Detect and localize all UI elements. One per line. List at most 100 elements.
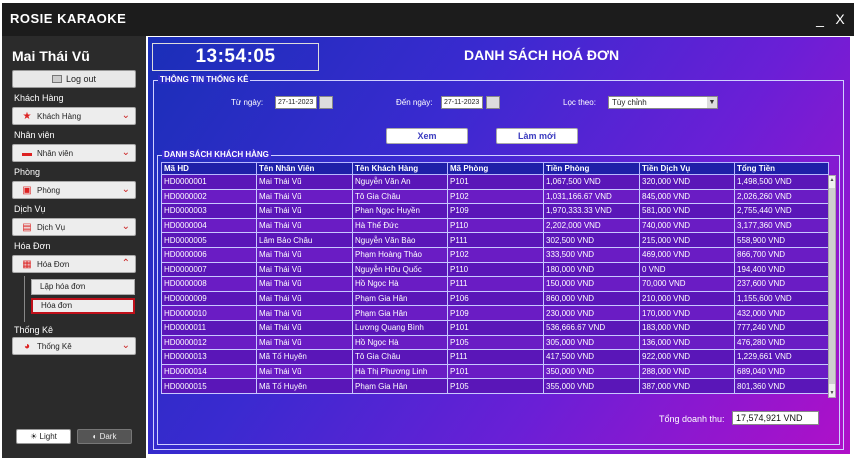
clock: 13:54:05 xyxy=(152,43,319,71)
table-cell: Phan Ngọc Huyền xyxy=(352,203,448,219)
statistics-combo[interactable]: ◕ Thống Kê ⌄ xyxy=(12,337,136,355)
table-row[interactable]: HD0000011 Mai Thái Vũ Lương Quang Bình P101… xyxy=(161,319,829,336)
table-row[interactable]: HD0000009 Mai Thái Vũ Phạm Gia Hân P106 860,… xyxy=(161,290,829,307)
from-date-calendar-button[interactable] xyxy=(319,96,333,109)
table-cell: Nguyễn Hữu Quốc xyxy=(352,261,448,278)
table-row[interactable]: HD0000014 Mai Thái Vũ Hà Thị Phương Linh P1… xyxy=(161,363,829,380)
submenu-item-create-invoice[interactable]: Lập hóa đơn xyxy=(31,279,135,295)
table-cell: HD0000011 xyxy=(161,319,257,336)
dark-theme-label: Dark xyxy=(99,432,117,441)
services-combo[interactable]: ▤ Dịch Vụ ⌄ xyxy=(12,218,136,236)
table-row[interactable]: HD0000004 Mai Thái Vũ Hà Thế Đức P110 2,202,… xyxy=(161,217,829,234)
table-row[interactable]: HD0000012 Mai Thái Vũ Hồ Ngọc Hà P105 305,00… xyxy=(161,334,829,351)
table-row[interactable]: HD0000015 Mã Tố Huyên Phạm Gia Hân P105 355,… xyxy=(161,378,829,394)
table-row[interactable]: HD0000010 Mai Thái Vũ Phạm Gia Hân P109 230,… xyxy=(161,305,829,321)
submenu-item-invoices[interactable]: Hóa đơn xyxy=(31,298,135,314)
room-icon: ▣ xyxy=(22,185,32,196)
light-theme-button[interactable]: ☀ Light xyxy=(16,429,71,444)
to-date-input[interactable]: 27-11-2023 xyxy=(441,96,483,109)
invoices-submenu: Lập hóa đơn Hóa đơn xyxy=(24,276,136,322)
table-cell: 2,026,260 VND xyxy=(734,188,829,205)
table-cell: 2,202,000 VND xyxy=(543,217,640,234)
from-date-input[interactable]: 27-11-2023 xyxy=(275,96,317,109)
table-cell: HD0000013 xyxy=(161,349,257,365)
logout-button[interactable]: Log out xyxy=(12,70,136,88)
scroll-down-icon[interactable]: ▼ xyxy=(829,389,835,397)
table-row[interactable]: HD0000001 Mai Thái Vũ Nguyễn Văn An P101 1,0… xyxy=(161,174,829,190)
dark-theme-button[interactable]: ◐ Dark xyxy=(77,429,132,444)
chevron-down-icon: ⌄ xyxy=(121,147,130,158)
table-cell: Tô Gia Châu xyxy=(352,349,448,365)
view-button[interactable]: Xem xyxy=(386,128,468,144)
table-cell: 387,000 VND xyxy=(639,378,735,394)
table-cell: HD0000002 xyxy=(161,188,257,205)
section-label-staff: Nhân viên xyxy=(14,130,55,140)
minimize-button[interactable]: _ xyxy=(810,9,830,29)
table-cell: Mai Thái Vũ xyxy=(256,276,353,292)
table-cell: P109 xyxy=(447,305,544,321)
table-cell: P105 xyxy=(447,378,544,394)
table-cell: 350,000 VND xyxy=(543,363,640,380)
table-cell: HD0000009 xyxy=(161,290,257,307)
table-cell: 536,666.67 VND xyxy=(543,319,640,336)
column-header[interactable]: Tên Nhân Viên xyxy=(256,162,353,175)
column-header[interactable]: Mã Phòng xyxy=(447,162,544,175)
column-header[interactable]: Tiền Dịch Vụ xyxy=(639,162,735,175)
chevron-down-icon: ⌄ xyxy=(121,340,130,351)
main-panel: 13:54:05 DANH SÁCH HOÁ ĐƠN THÔNG TIN THỐ… xyxy=(148,37,850,454)
table-cell: 333,500 VND xyxy=(543,246,640,263)
table-row[interactable]: HD0000006 Mai Thái Vũ Phạm Hoàng Thảo P102 3… xyxy=(161,246,829,263)
column-header[interactable]: Mã HD xyxy=(161,162,257,175)
id-card-icon: ▬ xyxy=(22,148,32,159)
scroll-up-icon[interactable]: ▲ xyxy=(829,176,835,184)
moon-icon: ◐ xyxy=(92,432,100,441)
table-cell: P101 xyxy=(447,363,544,380)
refresh-button[interactable]: Làm mới xyxy=(496,128,578,144)
table-row[interactable]: HD0000007 Mai Thái Vũ Nguyễn Hữu Quốc P110 1… xyxy=(161,261,829,278)
table-cell: P109 xyxy=(447,203,544,219)
table-cell: Mai Thái Vũ xyxy=(256,217,353,234)
star-icon: ★ xyxy=(22,111,32,122)
table-row[interactable]: HD0000008 Mai Thái Vũ Hồ Ngọc Hà P111 150,00… xyxy=(161,276,829,292)
column-header[interactable]: Tổng Tiền xyxy=(734,162,829,175)
table-cell: 302,500 VND xyxy=(543,232,640,248)
table-cell: P106 xyxy=(447,290,544,307)
chevron-down-icon: ▼ xyxy=(707,97,717,108)
filter-select[interactable]: Tùy chỉnh ▼ xyxy=(608,96,718,109)
staff-combo[interactable]: ▬ Nhân viên ⌄ xyxy=(12,144,136,162)
table-cell: Mai Thái Vũ xyxy=(256,334,353,351)
table-scrollbar[interactable]: ▲ ▼ xyxy=(828,175,836,398)
table-row[interactable]: HD0000005 Lâm Bảo Châu Nguyễn Văn Bảo P111 3… xyxy=(161,232,829,248)
invoices-combo[interactable]: ▦ Hóa Đơn ⌃ xyxy=(12,255,136,273)
column-header[interactable]: Tên Khách Hàng xyxy=(352,162,448,175)
filter-label: Lọc theo: xyxy=(563,98,596,107)
column-header[interactable]: Tiền Phòng xyxy=(543,162,640,175)
table-cell: Mai Thái Vũ xyxy=(256,305,353,321)
table-cell: HD0000007 xyxy=(161,261,257,278)
table-row[interactable]: HD0000013 Mã Tố Huyên Tô Gia Châu P111 417,5… xyxy=(161,349,829,365)
table-row[interactable]: HD0000003 Mai Thái Vũ Phan Ngọc Huyền P109 1… xyxy=(161,203,829,219)
table-cell: Phạm Gia Hân xyxy=(352,290,448,307)
table-cell: Hồ Ngọc Hà xyxy=(352,334,448,351)
rooms-combo[interactable]: ▣ Phòng ⌄ xyxy=(12,181,136,199)
table-cell: 320,000 VND xyxy=(639,174,735,190)
table-cell: Mai Thái Vũ xyxy=(256,246,353,263)
logout-icon xyxy=(51,75,62,83)
table-cell: 0 VND xyxy=(639,261,735,278)
chevron-down-icon: ⌄ xyxy=(121,184,130,195)
invoice-icon: ▦ xyxy=(22,259,32,270)
to-date-calendar-button[interactable] xyxy=(486,96,500,109)
table-cell: Lâm Bảo Châu xyxy=(256,232,353,248)
table-cell: 866,700 VND xyxy=(734,246,829,263)
customers-combo[interactable]: ★ Khách Hàng ⌄ xyxy=(12,107,136,125)
table-cell: 70,000 VND xyxy=(639,276,735,292)
sun-icon: ☀ xyxy=(30,432,40,441)
total-revenue-label: Tổng doanh thu: xyxy=(659,414,725,424)
close-button[interactable]: X xyxy=(830,9,850,29)
table-cell: Mai Thái Vũ xyxy=(256,290,353,307)
sidebar: Mai Thái Vũ Log out Khách Hàng ★ Khách H… xyxy=(2,36,146,458)
table-cell: Mai Thái Vũ xyxy=(256,363,353,380)
scrollbar-thumb[interactable] xyxy=(829,188,835,384)
table-cell: 845,000 VND xyxy=(639,188,735,205)
table-row[interactable]: HD0000002 Mai Thái Vũ Tô Gia Châu P102 1,031… xyxy=(161,188,829,205)
